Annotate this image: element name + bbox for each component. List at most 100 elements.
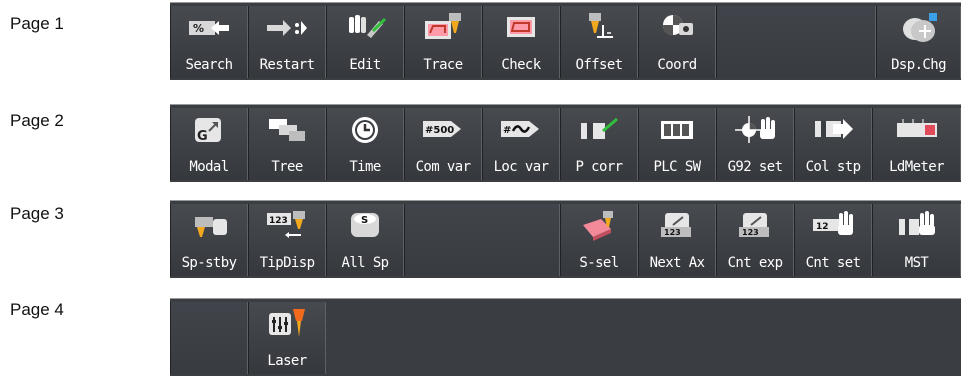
- check-button-label: Check: [501, 57, 541, 73]
- tip-display-icon: 123: [267, 211, 305, 238]
- all-sp-button[interactable]: S All Sp: [326, 204, 404, 276]
- svg-text:%: %: [193, 22, 204, 35]
- svg-text:#: #: [503, 125, 511, 136]
- trace-button[interactable]: Trace: [404, 6, 482, 78]
- time-button[interactable]: Time: [326, 108, 404, 180]
- svg-text:123: 123: [269, 216, 288, 226]
- tipdisp-button-label: TipDisp: [259, 255, 315, 271]
- tree-windows-icon: [269, 119, 305, 141]
- cnt-set-button-label: Cnt set: [805, 255, 861, 271]
- p-corr-button-label: P corr: [575, 159, 624, 175]
- coord-button-label: Coord: [657, 57, 697, 73]
- plc-sw-button-label: PLC SW: [653, 159, 702, 175]
- local-variable-icon: #: [501, 121, 539, 137]
- trace-button-label: Trace: [423, 57, 463, 73]
- cnt-exp-button[interactable]: 123 Cnt exp: [716, 204, 794, 276]
- plc-sw-button[interactable]: PLC SW: [638, 108, 716, 180]
- ldmeter-button-label: LdMeter: [889, 159, 944, 175]
- next-axis-icon: 123: [661, 213, 691, 237]
- trace-tool-icon: [425, 13, 461, 39]
- check-display-icon: [507, 17, 535, 37]
- mst-button[interactable]: MST: [872, 204, 961, 276]
- tipdisp-button[interactable]: 123 TipDisp: [248, 204, 326, 276]
- cnt-exp-button-label: Cnt exp: [727, 255, 783, 271]
- edit-button[interactable]: Edit: [326, 6, 404, 78]
- next-ax-button[interactable]: 123 Next Ax: [638, 204, 716, 276]
- laser-button-label: Laser: [267, 353, 307, 369]
- empty-slot: [170, 302, 248, 374]
- collet-stop-icon: [815, 119, 853, 139]
- empty-slot: [716, 6, 876, 78]
- edit-hand-icon: [349, 15, 387, 38]
- offset-button-label: Offset: [575, 57, 624, 73]
- menu-bar-page-4: Laser: [170, 298, 961, 376]
- svg-text:123: 123: [664, 228, 681, 237]
- spindle-standby-icon: [195, 217, 227, 237]
- dsp-chg-button[interactable]: Dsp.Chg: [876, 6, 961, 78]
- svg-text:#500: #500: [425, 125, 454, 136]
- check-button[interactable]: Check: [482, 6, 560, 78]
- p-corr-button[interactable]: P corr: [560, 108, 638, 180]
- loc-var-button[interactable]: # Loc var: [482, 108, 560, 180]
- tree-button-label: Tree: [271, 159, 303, 175]
- svg-text:123: 123: [742, 228, 759, 237]
- clock-icon: [352, 117, 378, 143]
- search-button[interactable]: % Search: [170, 6, 248, 78]
- restart-button[interactable]: Restart: [248, 6, 326, 78]
- plc-switch-icon: [661, 121, 693, 139]
- g92-set-button[interactable]: G92 set: [716, 108, 794, 180]
- offset-button[interactable]: Offset: [560, 6, 638, 78]
- com-var-button-label: Com var: [415, 159, 471, 175]
- search-button-label: Search: [185, 57, 234, 73]
- sp-stby-button-label: Sp-stby: [181, 255, 237, 271]
- svg-text:S: S: [361, 215, 368, 226]
- edit-button-label: Edit: [349, 57, 381, 73]
- page-1-label: Page 1: [10, 14, 64, 33]
- ldmeter-button[interactable]: LdMeter: [872, 108, 961, 180]
- col-stp-button-label: Col stp: [805, 159, 861, 175]
- all-sp-button-label: All Sp: [341, 255, 390, 271]
- s-sel-button[interactable]: S-sel: [560, 204, 638, 276]
- menu-bar-page-3: Sp-stby 123 TipDisp S All Sp S-sel 123 N…: [170, 200, 961, 278]
- counter-set-icon: 12: [813, 211, 853, 235]
- counter-expand-icon: 123: [739, 213, 769, 237]
- p-correction-icon: [581, 117, 618, 139]
- mst-hand-icon: [898, 211, 935, 235]
- svg-text:G: G: [197, 129, 208, 144]
- tool-offset-icon: [589, 13, 613, 38]
- time-button-label: Time: [349, 159, 381, 175]
- search-arrows-icon: %: [189, 21, 229, 35]
- g92-set-button-label: G92 set: [727, 159, 783, 175]
- tree-button[interactable]: Tree: [248, 108, 326, 180]
- menu-bar-page-2: G Modal Tree Time #500 Com var # Loc var…: [170, 104, 961, 182]
- all-spindle-icon: S: [351, 213, 379, 237]
- page-3-label: Page 3: [10, 204, 64, 223]
- coordinate-icon: [663, 15, 693, 35]
- sp-stby-button[interactable]: Sp-stby: [170, 204, 248, 276]
- svg-text:12: 12: [816, 222, 829, 232]
- com-var-button[interactable]: #500 Com var: [404, 108, 482, 180]
- page-4-label: Page 4: [10, 300, 64, 319]
- laser-settings-icon: [269, 309, 305, 337]
- dsp-chg-button-label: Dsp.Chg: [891, 57, 946, 73]
- load-meter-icon: [896, 119, 937, 137]
- menu-bar-page-1: % Search Restart Edit Trace Check Offset…: [170, 2, 961, 80]
- empty-slot: [404, 204, 560, 276]
- loc-var-button-label: Loc var: [493, 159, 549, 175]
- cnt-set-button[interactable]: 12 Cnt set: [794, 204, 872, 276]
- spindle-select-icon: [583, 211, 613, 241]
- modal-button-label: Modal: [189, 159, 229, 175]
- mst-button-label: MST: [904, 255, 929, 271]
- common-variable-icon: #500: [423, 121, 461, 137]
- coord-button[interactable]: Coord: [638, 6, 716, 78]
- s-sel-button-label: S-sel: [579, 255, 619, 271]
- restart-arrow-icon: [267, 20, 307, 36]
- display-change-icon: [902, 13, 937, 42]
- modal-g-icon: G: [195, 118, 221, 144]
- next-ax-button-label: Next Ax: [649, 255, 705, 271]
- page-2-label: Page 2: [10, 111, 64, 130]
- laser-button[interactable]: Laser: [248, 302, 326, 374]
- restart-button-label: Restart: [259, 57, 315, 73]
- col-stp-button[interactable]: Col stp: [794, 108, 872, 180]
- modal-button[interactable]: G Modal: [170, 108, 248, 180]
